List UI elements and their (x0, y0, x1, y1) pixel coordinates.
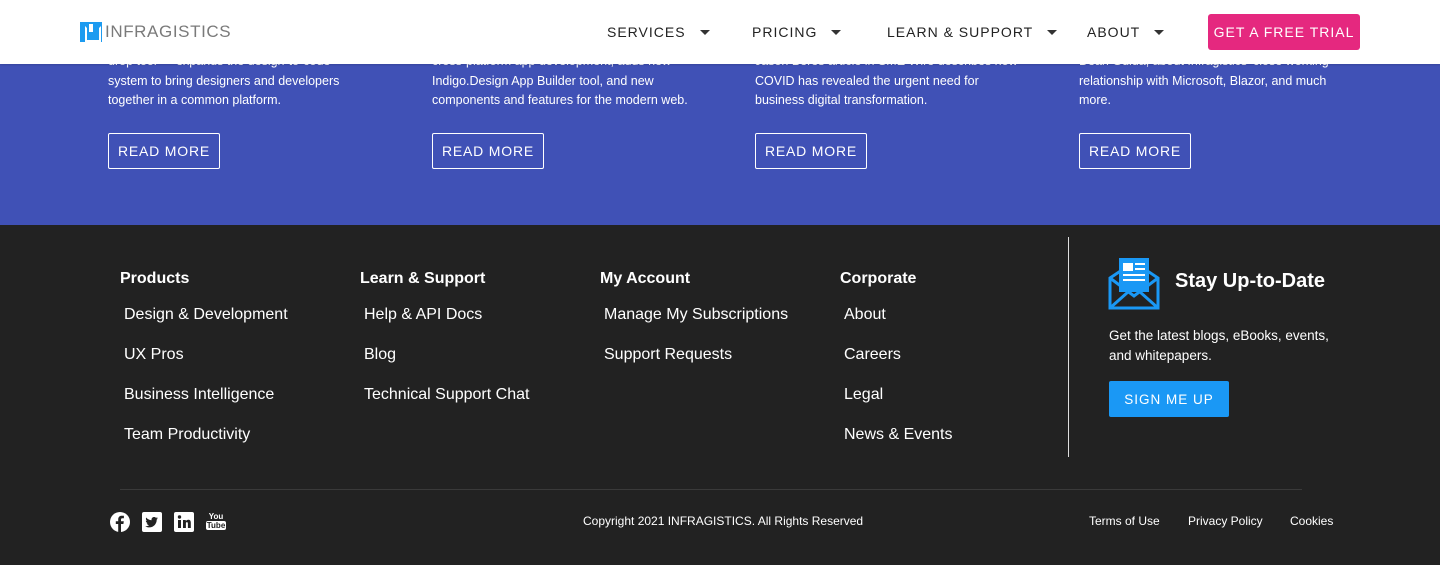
news-card-line: together in a common platform. (108, 93, 281, 107)
linkedin-icon[interactable] (174, 512, 194, 532)
twitter-icon[interactable] (142, 512, 162, 532)
footer-link[interactable]: Blog (364, 346, 396, 364)
footer-link[interactable]: Team Productivity (124, 426, 250, 444)
news-card-line: relationship with Microsoft, Blazor, and… (1079, 73, 1327, 88)
nav-label: SERVICES (607, 24, 686, 40)
read-more-button[interactable]: READ MORE (755, 133, 867, 169)
nav-label: PRICING (752, 24, 818, 40)
footer-link[interactable]: Technical Support Chat (364, 386, 529, 404)
footer-link[interactable]: Business Intelligence (124, 386, 274, 404)
nav-label: ABOUT (1087, 24, 1141, 40)
footer-link[interactable]: Legal (844, 386, 883, 404)
read-more-button[interactable]: READ MORE (1079, 133, 1191, 169)
news-card-line: system to bring designers and developers (108, 73, 340, 88)
caret-down-icon (1154, 29, 1165, 35)
news-card-line: Indigo.Design App Builder tool, and new (432, 73, 654, 88)
footer-link[interactable]: Manage My Subscriptions (604, 306, 788, 324)
logo-mark-icon (80, 22, 102, 42)
caret-down-icon (699, 29, 710, 35)
youtube-icon[interactable]: You Tube (205, 512, 227, 532)
news-card-line: more. (1079, 93, 1111, 107)
footer-link[interactable]: UX Pros (124, 346, 184, 364)
footer-link[interactable]: Careers (844, 346, 901, 364)
footer-link[interactable]: Support Requests (604, 346, 732, 364)
nav-label: LEARN & SUPPORT (887, 24, 1034, 40)
newsletter-title: Stay Up-to-Date (1175, 270, 1326, 292)
nav-services[interactable]: SERVICES (607, 0, 710, 64)
news-card-line: COVID has revealed the urgent need for (755, 73, 979, 88)
footer-column-title: My Account (600, 270, 691, 287)
nav-learn-support[interactable]: LEARN & SUPPORT (887, 0, 1058, 64)
logo-text: INFRAGISTICS (105, 22, 232, 41)
sign-me-up-button[interactable]: SIGN ME UP (1109, 381, 1229, 417)
caret-down-icon (1047, 29, 1058, 35)
footer-column-title: Corporate (840, 270, 917, 287)
footer-link[interactable]: Help & API Docs (364, 306, 482, 324)
news-card-line: components and features for the modern w… (432, 93, 688, 107)
footer-column-title: Learn & Support (360, 270, 486, 287)
nav-about[interactable]: ABOUT (1087, 0, 1165, 64)
footer-divider (120, 489, 1302, 490)
site-header: INFRAGISTICS SERVICES PRICING LEARN & SU… (0, 0, 1440, 64)
newsletter-description: Get the latest blogs, eBooks, events, an… (1109, 328, 1329, 363)
footer-link[interactable]: News & Events (844, 426, 952, 444)
infragistics-logo[interactable]: INFRAGISTICS (80, 22, 231, 42)
newsletter-envelope-icon (1108, 258, 1160, 310)
nav-pricing[interactable]: PRICING (752, 0, 842, 64)
read-more-button[interactable]: READ MORE (108, 133, 220, 169)
privacy-policy-link[interactable]: Privacy Policy (1188, 514, 1263, 528)
youtube-you-text: You (208, 512, 224, 521)
vertical-divider (1068, 237, 1069, 457)
free-trial-button[interactable]: GET A FREE TRIAL (1208, 14, 1360, 50)
footer-column-title: Products (120, 270, 190, 287)
footer-link[interactable]: About (844, 306, 886, 324)
footer-link[interactable]: Design & Development (124, 306, 288, 324)
terms-of-use-link[interactable]: Terms of Use (1089, 514, 1160, 528)
caret-down-icon (831, 29, 842, 35)
youtube-tube-text: Tube (205, 521, 227, 530)
news-card-line: business digital transformation. (755, 93, 928, 107)
copyright-text: Copyright 2021 INFRAGISTICS. All Rights … (583, 514, 864, 528)
read-more-button[interactable]: READ MORE (432, 133, 544, 169)
cookies-link[interactable]: Cookies (1290, 514, 1333, 528)
facebook-icon[interactable] (110, 512, 130, 532)
